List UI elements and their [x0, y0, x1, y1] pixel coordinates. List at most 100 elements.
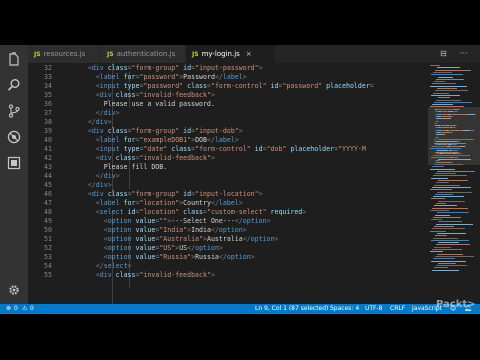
- code-token: >: [218, 244, 223, 252]
- code-line: <select id="location" class="custom-sele…: [64, 208, 307, 216]
- line-number: 52: [44, 244, 52, 252]
- code-line: <div class="invalid-feedback">: [64, 271, 215, 279]
- code-token: select: [103, 262, 128, 270]
- code-token: class: [103, 64, 128, 72]
- js-file-icon: JS: [192, 51, 199, 58]
- code-token: "exampleDOB1": [139, 136, 192, 144]
- code-token: for: [119, 136, 136, 144]
- line-number: 53: [44, 253, 52, 261]
- minimap-mark: [430, 65, 440, 66]
- debug-icon[interactable]: [7, 130, 21, 144]
- code-token: div: [95, 181, 108, 189]
- minimap-mark: [438, 97, 450, 99]
- minimap-mark: [435, 235, 447, 237]
- code-token: "input-dob": [195, 127, 239, 135]
- warning-icon[interactable]: ⚠: [22, 304, 27, 314]
- minimap-mark: [437, 67, 460, 69]
- settings-icon[interactable]: [7, 283, 21, 297]
- code-token: >: [274, 235, 279, 243]
- code-token: class: [179, 208, 204, 216]
- minimap[interactable]: [428, 63, 480, 304]
- tab-my-login-js[interactable]: JS my-login.js ×: [186, 45, 274, 63]
- cursor-position[interactable]: Ln 9, Col 1 (87 selected): [255, 304, 328, 314]
- code-token: option: [107, 226, 132, 234]
- code-token: US: [179, 244, 188, 252]
- warning-count[interactable]: 0: [30, 304, 34, 314]
- tab-authentication-js[interactable]: JS authentication.js: [101, 45, 185, 63]
- tab-label: authentication.js: [116, 50, 176, 58]
- code-line: <input type="password" class="form-contr…: [64, 82, 374, 90]
- line-ending[interactable]: CRLF: [390, 304, 405, 314]
- minimap-mark: [433, 258, 455, 260]
- code-token: label: [218, 199, 239, 207]
- minimap-mark: [432, 249, 462, 250]
- minimap-mark: [437, 170, 475, 172]
- code-token: >: [258, 64, 263, 72]
- code-token: class: [183, 82, 207, 90]
- code-token: </: [207, 136, 215, 144]
- code-token: option: [107, 235, 132, 243]
- code-token: option: [107, 253, 132, 261]
- tab-label: my-login.js: [201, 50, 240, 58]
- code-token: div: [91, 64, 104, 72]
- code-token: Please use a valid password.: [103, 100, 215, 108]
- code-line: <option value="Russia">Russia</option>: [64, 253, 255, 261]
- code-token: div: [99, 154, 112, 162]
- line-number: 46: [44, 190, 52, 198]
- code-token: </: [95, 262, 104, 270]
- minimap-mark: [430, 106, 464, 108]
- code-token: "form-group": [131, 190, 180, 198]
- code-token: option: [107, 217, 132, 225]
- code-line: Please fill DOB.: [64, 163, 168, 171]
- minimap-mark: [435, 69, 471, 71]
- tab-resources-js[interactable]: JS resources.js: [28, 45, 100, 63]
- code-line: <div class="form-group" id="input-locati…: [64, 190, 263, 198]
- minimap-mark: [431, 94, 460, 96]
- minimap-mark: [430, 251, 443, 253]
- split-editor-icon[interactable]: ⊟: [440, 45, 447, 63]
- minimap-mark: [435, 193, 453, 195]
- code-token: "Russia": [159, 253, 192, 261]
- code-token: </: [210, 199, 219, 207]
- code-line: <input type="date" class="form-control" …: [64, 145, 366, 153]
- code-editor[interactable]: 32 <div class="form-group" id="input-pas…: [28, 63, 428, 304]
- code-token: "input-password": [195, 64, 259, 72]
- encoding[interactable]: UTF-8: [365, 304, 383, 314]
- code-token: input: [99, 145, 120, 153]
- minimap-mark: [436, 134, 445, 136]
- minimap-mark: [449, 129, 458, 131]
- line-number: 32: [44, 64, 52, 72]
- code-token: ---Select One---: [171, 217, 235, 225]
- indentation[interactable]: Spaces: 4: [330, 304, 359, 314]
- code-token: Country: [183, 199, 211, 207]
- minimap-mark: [430, 209, 449, 211]
- error-count[interactable]: 0: [14, 304, 18, 314]
- code-token: class: [111, 154, 136, 162]
- minimap-mark: [455, 125, 457, 127]
- minimap-mark: [437, 191, 472, 193]
- search-icon[interactable]: [7, 78, 21, 92]
- extensions-icon[interactable]: [7, 156, 21, 170]
- source-control-icon[interactable]: [7, 104, 21, 118]
- minimap-mark: [438, 138, 474, 140]
- close-icon[interactable]: ×: [246, 50, 252, 58]
- minimap-mark: [458, 109, 460, 110]
- line-number: 43: [44, 163, 52, 171]
- status-bar: ⊗ 0 ⚠ 0 Ln 9, Col 1 (87 selected) Spaces…: [0, 304, 480, 314]
- code-token: option: [242, 217, 267, 225]
- minimap-mark: [437, 120, 439, 122]
- minimap-mark: [430, 230, 446, 232]
- minimap-mark: [431, 177, 448, 179]
- files-icon[interactable]: [7, 52, 21, 66]
- minimap-mark: [470, 129, 475, 131]
- more-actions-icon[interactable]: ···: [460, 45, 468, 63]
- code-token: type: [119, 82, 140, 90]
- code-token: id: [179, 190, 192, 198]
- code-token: >: [234, 136, 239, 144]
- error-icon[interactable]: ⊗: [6, 304, 11, 314]
- code-token: >: [238, 127, 243, 135]
- minimap-mark: [441, 115, 452, 117]
- code-token: div: [95, 118, 108, 126]
- code-token: type: [119, 145, 140, 153]
- code-token: "password": [139, 73, 180, 81]
